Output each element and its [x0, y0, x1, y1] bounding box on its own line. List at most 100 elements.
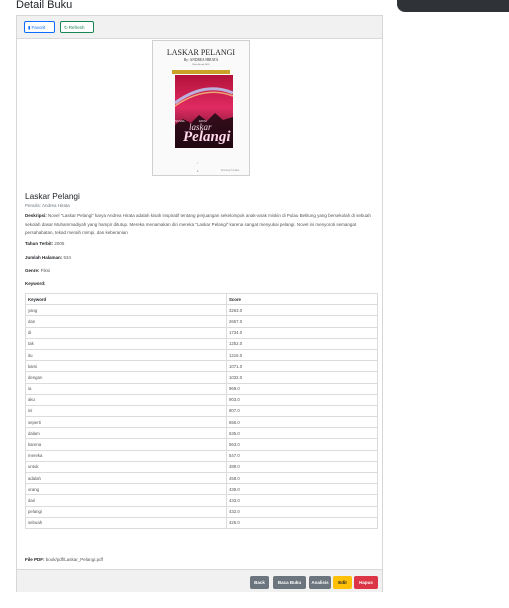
table-row: orang 439.0: [25, 483, 378, 496]
table-row: yang 3263.0: [25, 304, 378, 317]
refresh-button[interactable]: ↻Refresh: [60, 21, 94, 33]
table-row: itu 1216.0: [25, 348, 378, 362]
keyword-cell: adalah: [25, 471, 227, 485]
book-genre: Genre: Fiksi: [25, 268, 50, 274]
keyword-cell: ini: [25, 404, 227, 418]
table-row: seperti 656.0: [25, 416, 378, 429]
window-corner-decoration: [397, 0, 509, 12]
keyword-cell: orang: [25, 483, 227, 496]
keyword-cell: mereka: [25, 449, 227, 462]
keyword-cell: di: [25, 326, 227, 339]
table-row: dalam 635.0: [25, 427, 378, 440]
score-cell: 432.0: [226, 505, 378, 518]
keyword-cell: pelangi: [25, 505, 227, 518]
table-row: untuk 489.0: [25, 460, 378, 474]
score-cell: 1071.0: [226, 360, 378, 373]
genre-value: Fiksi: [40, 268, 51, 273]
table-row: ia 969.0: [25, 382, 378, 395]
keyword-cell: dengan: [25, 371, 227, 384]
cover-subtitle-text: Edisi Revisi 2005: [192, 63, 210, 66]
keyword-cell: ia: [25, 382, 227, 395]
genre-label: Genre:: [25, 268, 40, 273]
cover-pelangi-text: Pelangi: [183, 129, 231, 145]
score-cell: 807.0: [226, 404, 378, 418]
refresh-label: Refresh: [68, 25, 85, 30]
score-cell: 1734.0: [226, 326, 378, 339]
score-cell: 3263.0: [226, 304, 378, 317]
keyword-cell: kami: [25, 360, 227, 373]
score-cell: 439.0: [226, 483, 378, 496]
score-cell: 903.0: [226, 393, 378, 406]
score-cell: 563.0: [226, 438, 378, 451]
delete-button[interactable]: Hapus: [354, 576, 378, 589]
table-row: di 1734.0: [25, 326, 378, 339]
book-author: Penulis: Andrea Hirata: [25, 203, 70, 209]
keyword-cell: yang: [25, 304, 227, 317]
table-row: aku 903.0: [25, 393, 378, 406]
favorite-button[interactable]: ▮Favorit: [24, 21, 55, 33]
author-label: Penulis:: [25, 203, 42, 208]
score-cell: 1252.0: [226, 337, 378, 350]
pages-value: 534: [63, 255, 72, 260]
keyword-label: Keyword:: [25, 281, 46, 286]
card-footer: Back Baca Buku Analisis Edit Hapus: [17, 569, 382, 592]
table-row: adalah 458.0: [25, 471, 378, 485]
score-cell: 547.0: [226, 449, 378, 462]
read-book-button[interactable]: Baca Buku: [273, 576, 306, 589]
cover-small-text: NOVEL: [175, 119, 186, 123]
score-cell: 489.0: [226, 460, 378, 474]
cover-page-number: 1: [197, 169, 199, 173]
keyword-table: Keyword Score yang 3263.0 dan 2657.0 di 1734.…: [25, 292, 378, 529]
author-value: Andrea Hirata: [42, 203, 70, 208]
back-button[interactable]: Back: [250, 576, 269, 589]
table-row: mereka 547.0: [25, 449, 378, 462]
table-row: kami 1071.0: [25, 360, 378, 373]
table-row: dan 2657.0: [25, 315, 378, 328]
score-cell: 458.0: [226, 471, 378, 485]
keyword-cell: dalam: [25, 427, 227, 440]
card-header: ▮Favorit ↻Refresh: [17, 16, 382, 39]
table-row: pelangi 432.0: [25, 505, 378, 518]
keyword-cell: untuk: [25, 460, 227, 474]
year-label: Tahun Terbit:: [25, 241, 54, 246]
keyword-table-body: yang 3263.0 dan 2657.0 di 1734.0 tak 1252.0 itu 1…: [25, 304, 378, 529]
file-value: book/pdf/Laskar_Pelangi.pdf: [45, 557, 103, 562]
year-value: 2005: [54, 241, 65, 246]
score-cell: 635.0: [226, 427, 378, 440]
book-year: Tahun Terbit: 2005: [25, 241, 64, 247]
table-row: dengan 1032.0: [25, 371, 378, 384]
table-header-row: Keyword Score: [25, 292, 378, 306]
score-cell: 433.0: [226, 494, 378, 507]
keyword-cell: sebuah: [25, 516, 227, 529]
table-row: ini 807.0: [25, 404, 378, 418]
keyword-cell: dari: [25, 494, 227, 507]
page-title: Detail Buku: [16, 0, 73, 11]
cover-author-text: By: ANDREA HIRATA: [183, 58, 219, 62]
book-file: File PDF: book/pdf/Laskar_Pelangi.pdf: [25, 557, 103, 563]
keyword-heading: Keyword:: [25, 281, 46, 287]
keyword-cell: dan: [25, 315, 227, 328]
book-pages: Jumlah Halaman: 534: [25, 255, 71, 261]
keyword-cell: karena: [25, 438, 227, 451]
refresh-icon: ↻: [64, 25, 68, 30]
score-cell: 2657.0: [226, 315, 378, 328]
pages-label: Jumlah Halaman:: [25, 255, 63, 260]
score-cell: 656.0: [226, 416, 378, 429]
edit-button[interactable]: Edit: [333, 576, 352, 589]
file-label: File PDF:: [25, 557, 45, 562]
table-row: karena 563.0: [25, 438, 378, 451]
table-row: dari 433.0: [25, 494, 378, 507]
score-cell: 1216.0: [226, 348, 378, 362]
keyword-cell: tak: [25, 337, 227, 350]
book-cover-image: LASKAR PELANGI By: ANDREA HIRATA Edisi R…: [152, 40, 250, 176]
analysis-button[interactable]: Analisis: [309, 576, 331, 589]
column-header-keyword: Keyword: [25, 292, 227, 306]
score-cell: 969.0: [226, 382, 378, 395]
cover-publisher: Bentang Pustaka: [221, 169, 240, 172]
book-detail-card: ▮Favorit ↻Refresh LASKAR PELANGI By: AND: [16, 15, 383, 592]
book-description: Deskripsi: Novel "Laskar Pelangi" karya …: [25, 212, 378, 238]
cover-title-text: LASKAR PELANGI: [166, 48, 236, 57]
score-cell: 426.0: [226, 516, 378, 529]
table-row: sebuah 426.0: [25, 516, 378, 529]
description-label: Deskripsi:: [25, 213, 47, 218]
